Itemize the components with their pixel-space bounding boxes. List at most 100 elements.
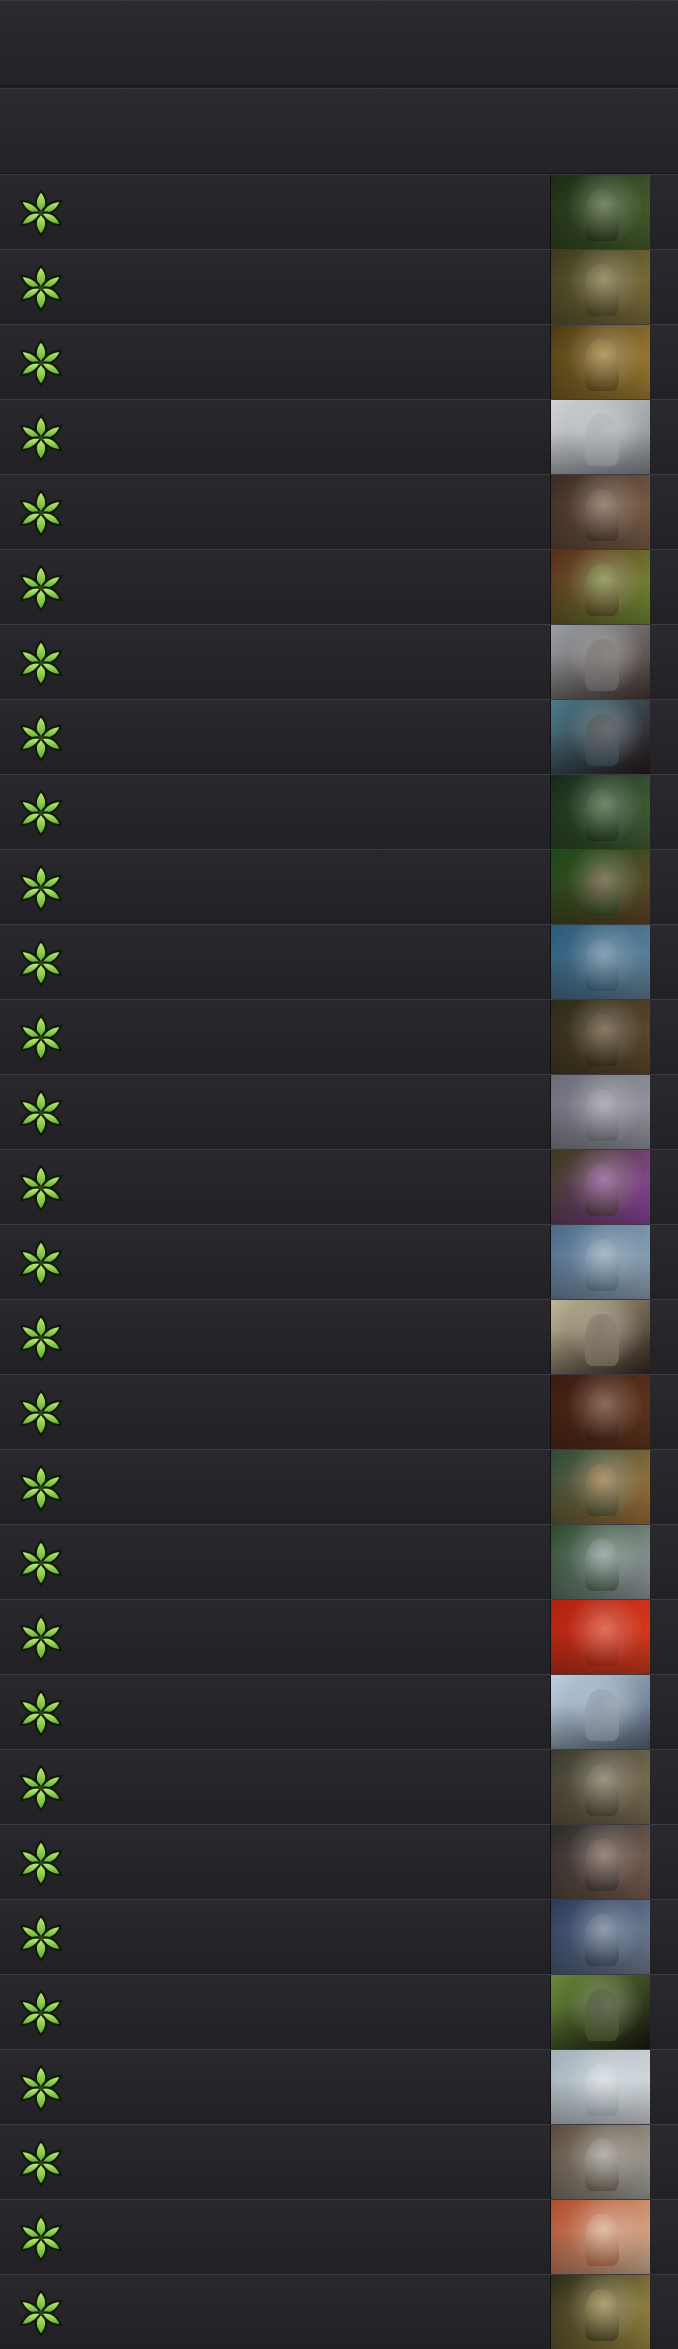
row-right-edge: [650, 1750, 678, 1824]
row-right-edge: [650, 1825, 678, 1899]
card-art-thumbnail[interactable]: [550, 925, 650, 999]
card-row[interactable]: [0, 249, 678, 324]
row-right-edge: [650, 1450, 678, 1524]
card-row[interactable]: [0, 624, 678, 699]
green-leaf-star-icon: [16, 938, 66, 988]
card-art-shading: [551, 475, 650, 549]
row-right-edge: [650, 1000, 678, 1074]
green-leaf-star-icon: [16, 1688, 66, 1738]
card-art-thumbnail[interactable]: [550, 700, 650, 774]
card-row[interactable]: [0, 1524, 678, 1599]
card-art-thumbnail[interactable]: [550, 1075, 650, 1149]
card-art-shading: [551, 925, 650, 999]
card-row[interactable]: [0, 2049, 678, 2124]
row-right-edge: [650, 700, 678, 774]
card-row[interactable]: [0, 699, 678, 774]
card-row[interactable]: [0, 1824, 678, 1899]
card-row[interactable]: [0, 1974, 678, 2049]
green-leaf-star-icon: [16, 1763, 66, 1813]
card-art-thumbnail[interactable]: [550, 250, 650, 324]
row-right-edge: [650, 1300, 678, 1374]
card-art-thumbnail[interactable]: [550, 1900, 650, 1974]
card-row[interactable]: [0, 1074, 678, 1149]
card-row[interactable]: [0, 2199, 678, 2274]
row-right-edge: [650, 550, 678, 624]
green-leaf-star-icon: [16, 2138, 66, 2188]
card-row[interactable]: [0, 1224, 678, 1299]
card-art-thumbnail[interactable]: [550, 1675, 650, 1749]
card-art-thumbnail[interactable]: [550, 625, 650, 699]
card-art-thumbnail[interactable]: [550, 325, 650, 399]
card-art-thumbnail[interactable]: [550, 2050, 650, 2124]
card-art-thumbnail[interactable]: [550, 775, 650, 849]
row-right-edge: [650, 1225, 678, 1299]
green-leaf-star-icon: [16, 1988, 66, 2038]
card-art-thumbnail[interactable]: [550, 2200, 650, 2274]
card-art-shading: [551, 1300, 650, 1374]
card-art-shading: [551, 1825, 650, 1899]
row-right-edge: [650, 2200, 678, 2274]
card-art-thumbnail[interactable]: [550, 1750, 650, 1824]
card-art-shading: [551, 1450, 650, 1524]
card-row[interactable]: [0, 1749, 678, 1824]
green-leaf-star-icon: [16, 2063, 66, 2113]
card-art-thumbnail[interactable]: [550, 1600, 650, 1674]
card-list: [0, 174, 678, 2349]
green-leaf-star-icon: [16, 1088, 66, 1138]
card-art-thumbnail[interactable]: [550, 1975, 650, 2049]
card-row[interactable]: [0, 324, 678, 399]
card-row[interactable]: [0, 849, 678, 924]
row-right-edge: [650, 850, 678, 924]
card-row[interactable]: [0, 1149, 678, 1224]
green-leaf-star-icon: [16, 1388, 66, 1438]
card-browser: [0, 0, 678, 2349]
card-art-shading: [551, 1750, 650, 1824]
row-right-edge: [650, 1150, 678, 1224]
card-row[interactable]: [0, 174, 678, 249]
card-art-thumbnail[interactable]: [550, 1375, 650, 1449]
row-right-edge: [650, 1525, 678, 1599]
card-row[interactable]: [0, 1899, 678, 1974]
card-art-thumbnail[interactable]: [550, 1825, 650, 1899]
row-right-edge: [650, 1900, 678, 1974]
card-row[interactable]: [0, 474, 678, 549]
card-art-thumbnail[interactable]: [550, 1000, 650, 1074]
row-right-edge: [650, 2125, 678, 2199]
card-row[interactable]: [0, 399, 678, 474]
green-leaf-star-icon: [16, 2288, 66, 2338]
green-leaf-star-icon: [16, 263, 66, 313]
card-art-thumbnail[interactable]: [550, 850, 650, 924]
card-row[interactable]: [0, 924, 678, 999]
card-art-thumbnail[interactable]: [550, 175, 650, 249]
card-row[interactable]: [0, 1599, 678, 1674]
row-right-edge: [650, 250, 678, 324]
card-art-thumbnail[interactable]: [550, 1450, 650, 1524]
card-art-shading: [551, 2050, 650, 2124]
card-row[interactable]: [0, 1449, 678, 1524]
green-leaf-star-icon: [16, 713, 66, 763]
card-art-thumbnail[interactable]: [550, 1225, 650, 1299]
card-art-thumbnail[interactable]: [550, 550, 650, 624]
card-row[interactable]: [0, 1299, 678, 1374]
filter-bar: [0, 88, 678, 174]
card-art-thumbnail[interactable]: [550, 2275, 650, 2349]
green-leaf-star-icon: [16, 1613, 66, 1663]
card-row[interactable]: [0, 2274, 678, 2349]
card-art-thumbnail[interactable]: [550, 475, 650, 549]
green-leaf-star-icon: [16, 413, 66, 463]
card-art-thumbnail[interactable]: [550, 1150, 650, 1224]
card-row[interactable]: [0, 774, 678, 849]
card-row[interactable]: [0, 1674, 678, 1749]
card-art-thumbnail[interactable]: [550, 400, 650, 474]
card-art-thumbnail[interactable]: [550, 1525, 650, 1599]
card-art-thumbnail[interactable]: [550, 2125, 650, 2199]
card-row[interactable]: [0, 999, 678, 1074]
card-art-shading: [551, 400, 650, 474]
green-leaf-star-icon: [16, 1163, 66, 1213]
card-row[interactable]: [0, 549, 678, 624]
card-row[interactable]: [0, 2124, 678, 2199]
card-art-shading: [551, 850, 650, 924]
card-art-thumbnail[interactable]: [550, 1300, 650, 1374]
card-row[interactable]: [0, 1374, 678, 1449]
green-leaf-star-icon: [16, 338, 66, 388]
